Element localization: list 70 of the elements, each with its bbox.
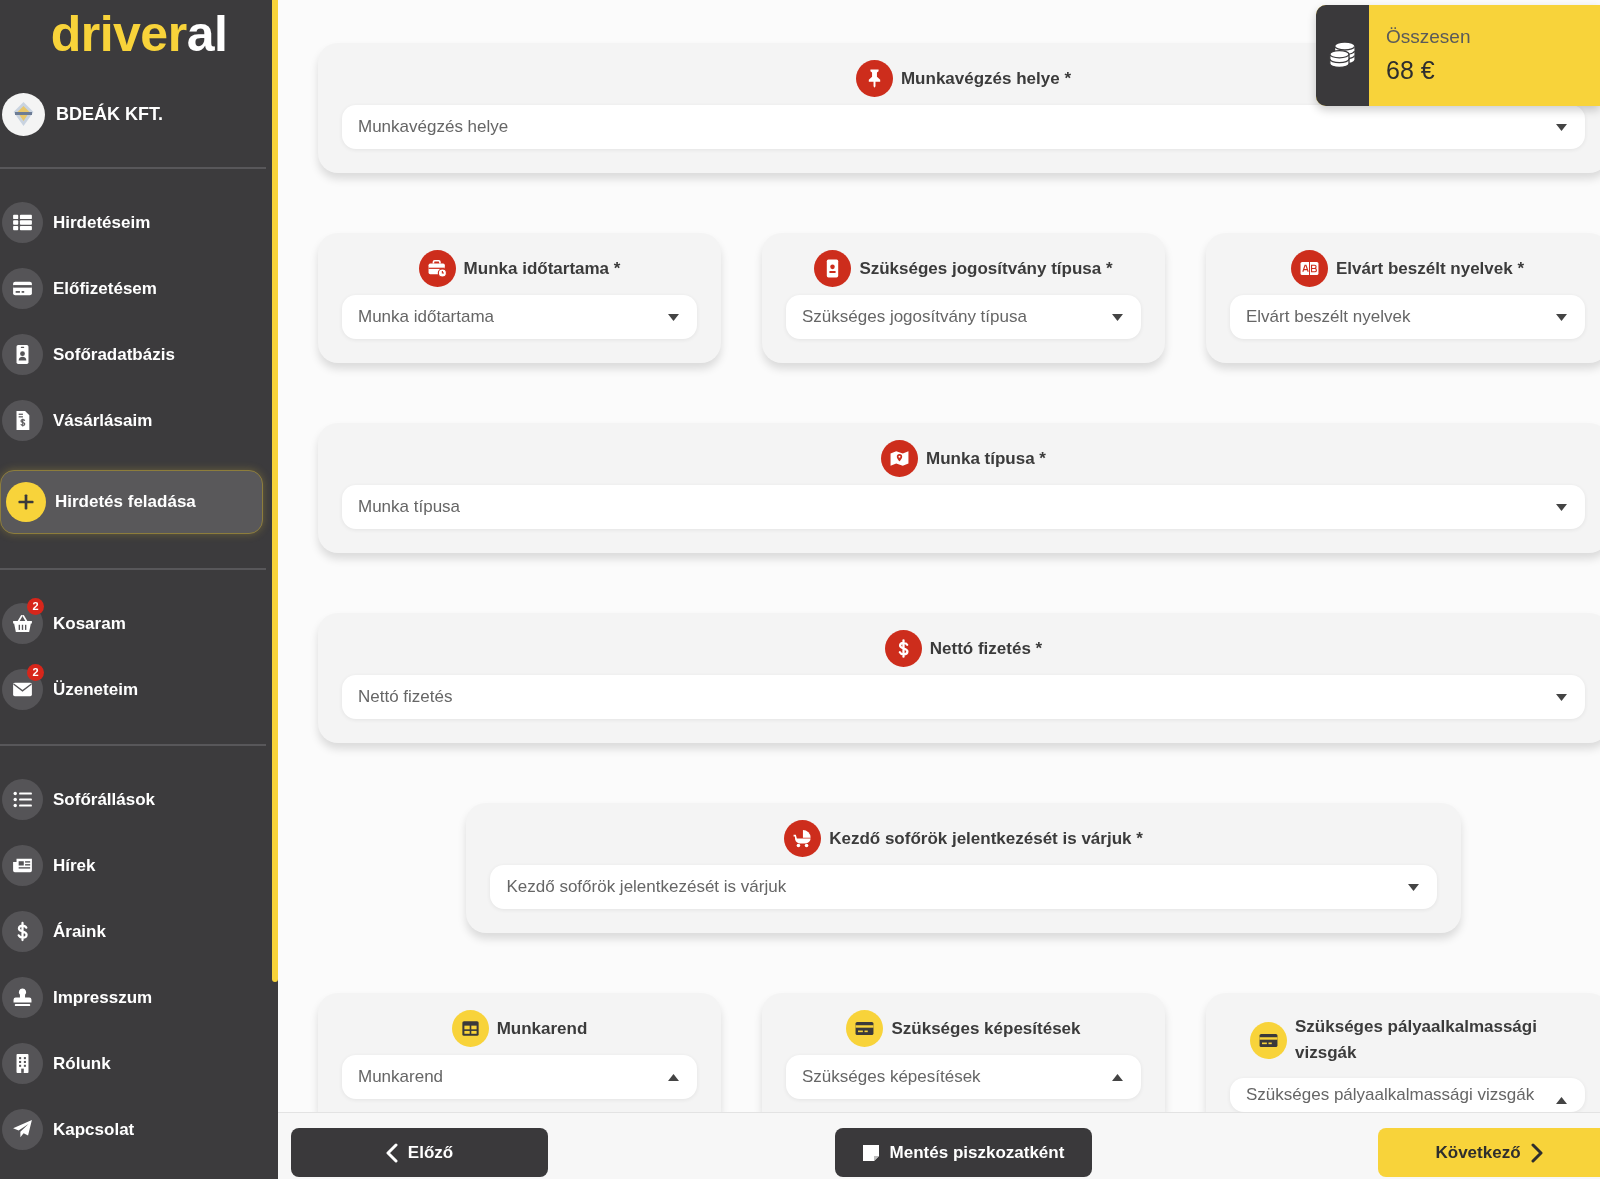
- field-label: Munka időtartama *: [463, 257, 621, 280]
- save-draft-button[interactable]: Mentés piszkozatként: [834, 1128, 1092, 1177]
- select-field[interactable]: Szükséges pályaalkalmassági vizsgák: [1230, 1078, 1585, 1112]
- caret-icon: [1556, 313, 1567, 321]
- sidebar-item[interactable]: Rólunk: [53, 1052, 111, 1075]
- chevron-left-icon: [385, 1142, 398, 1163]
- sidebar-item[interactable]: Kapcsolat: [53, 1118, 135, 1141]
- scrollbar-thumb[interactable]: [272, 0, 278, 982]
- company-name: BDEÁK KFT.: [56, 104, 163, 125]
- field-label: Munkavégzés helye *: [900, 67, 1072, 90]
- company-avatar: [2, 93, 45, 136]
- newspaper-icon[interactable]: [2, 845, 43, 886]
- caret-icon: [668, 1073, 679, 1081]
- field-label: Szükséges pályaalkalmassági vizsgák: [1295, 1016, 1538, 1064]
- caret-icon: [668, 313, 679, 321]
- stamp-icon[interactable]: [2, 977, 43, 1018]
- count-badge: 2: [27, 664, 44, 681]
- select-field[interactable]: Munka időtartama: [342, 295, 697, 339]
- select-field[interactable]: Elvárt beszélt nyelvek: [1230, 295, 1585, 339]
- next-button[interactable]: Következő: [1378, 1128, 1600, 1177]
- field-label: Nettó fizetés *: [929, 637, 1043, 660]
- select-field[interactable]: Nettó fizetés: [342, 675, 1585, 719]
- post-ad-button[interactable]: Hirdetés feladása: [0, 470, 263, 534]
- field-label: Munka típusa *: [926, 447, 1046, 470]
- select-field[interactable]: Kezdő sofőrök jelentkezését is várjuk: [490, 865, 1437, 909]
- logo[interactable]: driveral: [50, 6, 228, 62]
- caret-icon: [1407, 883, 1419, 891]
- sidebar-item[interactable]: Üzeneteim: [53, 678, 139, 701]
- id-badge-icon[interactable]: [2, 334, 43, 375]
- paper-plane-icon[interactable]: [2, 1109, 43, 1150]
- dollar-icon[interactable]: [2, 911, 43, 952]
- total-label: Összesen: [1386, 25, 1471, 49]
- count-badge: 2: [27, 598, 44, 615]
- back-button[interactable]: Előző: [291, 1128, 548, 1177]
- field-label: Munkarend: [496, 1017, 588, 1040]
- sidebar-item[interactable]: Vásárlásaim: [53, 409, 153, 432]
- field-label: Elvárt beszélt nyelvek *: [1335, 257, 1524, 280]
- field-label: Szükséges képesítések: [891, 1017, 1081, 1040]
- sidebar-item[interactable]: Impresszum: [53, 986, 153, 1009]
- sidebar-item[interactable]: Sofőradatbázis: [53, 343, 175, 366]
- select-field[interactable]: Munkarend: [342, 1055, 697, 1099]
- sidebar-item[interactable]: Hírek: [53, 854, 96, 877]
- sidebar-item[interactable]: Előfizetésem: [53, 277, 157, 300]
- total-amount: 68 €: [1386, 55, 1435, 85]
- select-field[interactable]: Munka típusa: [342, 485, 1585, 529]
- sidebar-item[interactable]: Sofőrállások: [53, 788, 156, 811]
- sidebar-item[interactable]: Áraink: [53, 920, 106, 943]
- invoice-icon[interactable]: [2, 400, 43, 441]
- sidebar-item[interactable]: Kosaram: [53, 612, 126, 635]
- envelope-icon[interactable]: [2, 669, 43, 710]
- note-icon: [861, 1143, 880, 1162]
- caret-icon: [1556, 693, 1567, 701]
- caret-icon: [1556, 123, 1567, 131]
- building-icon[interactable]: [2, 1043, 43, 1084]
- credit-card-icon[interactable]: [2, 268, 43, 309]
- field-label: Szükséges jogosítvány típusa *: [859, 257, 1113, 280]
- select-field[interactable]: Szükséges jogosítvány típusa: [786, 295, 1141, 339]
- plus-icon: [6, 482, 46, 522]
- caret-icon: [1112, 1073, 1123, 1081]
- caret-icon: [1112, 313, 1123, 321]
- basket-icon[interactable]: [2, 603, 43, 644]
- sidebar-item[interactable]: Hirdetéseim: [53, 211, 151, 234]
- caret-icon: [1556, 1096, 1567, 1104]
- field-label: Kezdő sofőrök jelentkezését is várjuk *: [829, 827, 1143, 850]
- table-list-icon[interactable]: [2, 202, 43, 243]
- caret-icon: [1556, 503, 1567, 511]
- list-icon[interactable]: [2, 779, 43, 820]
- chevron-right-icon: [1530, 1142, 1543, 1163]
- select-field[interactable]: Munkavégzés helye: [342, 105, 1585, 149]
- select-field[interactable]: Szükséges képesítések: [786, 1055, 1141, 1099]
